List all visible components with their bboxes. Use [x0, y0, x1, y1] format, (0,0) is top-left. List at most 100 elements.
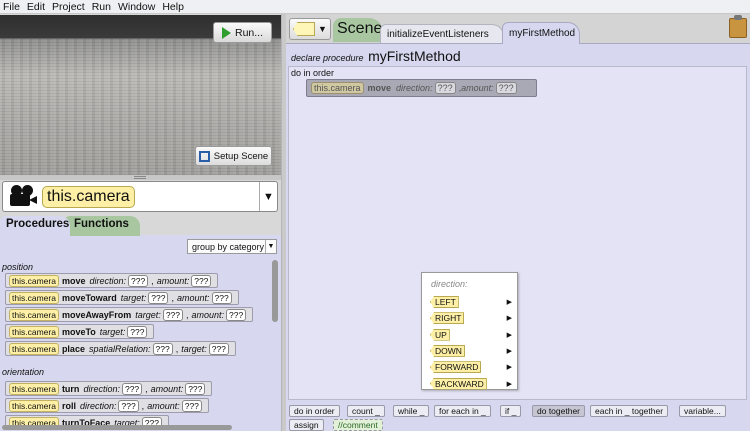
palette-horizontal-scrollbar[interactable] [2, 425, 232, 430]
param-label: target: [181, 343, 207, 354]
this-camera-chip: this.camera [9, 399, 59, 412]
direction-value[interactable]: ??? [434, 82, 456, 94]
procedure-block-place[interactable]: this.camera place spatialRelation:???, targ… [5, 341, 236, 356]
menu-window[interactable]: Window [118, 0, 155, 14]
this-camera-chip: this.camera [9, 342, 59, 355]
group-by-label: group by category [192, 241, 265, 252]
camera-icon [9, 184, 39, 209]
this-camera-chip: this.camera [311, 82, 364, 94]
tab-scene[interactable]: Scene [333, 18, 383, 42]
param-value: ??? [226, 308, 247, 321]
submenu-arrow-icon: ▶ [506, 347, 512, 355]
control-for-each[interactable]: for each in _ [434, 405, 491, 417]
run-label: Run... [234, 26, 263, 39]
tab-initialize-event-listeners[interactable]: initializeEventListeners [380, 24, 504, 43]
procedure-name[interactable]: myFirstMethod [368, 48, 461, 64]
menu-project[interactable]: Project [52, 0, 85, 14]
chevron-down-icon: ▼ [265, 240, 276, 253]
setup-scene-button[interactable]: Setup Scene [195, 146, 272, 166]
move-statement[interactable]: this.camera move direction: ??? , amount… [306, 79, 537, 97]
direction-popup-menu: direction: LEFT ▶ RIGHT ▶ UP ▶ DOWN ▶ FORWARD ▶ BA… [421, 272, 518, 390]
control-if[interactable]: if _ [500, 405, 522, 417]
procedure-block-movetoward[interactable]: this.camera moveToward target:???, amount:?… [5, 290, 239, 305]
control-each-in-together[interactable]: each in _ together [590, 405, 669, 417]
this-camera-chip: this.camera [9, 291, 59, 304]
param-value: ??? [121, 382, 143, 395]
procedure-declaration: declare procedure myFirstMethod [291, 48, 461, 64]
splitter-grip-icon [134, 176, 146, 179]
direction-option-down[interactable]: DOWN ▶ [430, 344, 516, 358]
direction-chip: DOWN [430, 344, 465, 357]
method-name: move [367, 83, 392, 93]
instance-selector[interactable]: this.camera ▼ [2, 181, 278, 212]
direction-option-up[interactable]: UP ▶ [430, 328, 516, 342]
control-assign[interactable]: assign [289, 419, 324, 431]
method-name: moveToward [61, 292, 117, 303]
param-label: amount: [177, 292, 210, 303]
tab-procedures[interactable]: Procedures [0, 216, 70, 236]
run-button[interactable]: Run... [213, 22, 272, 43]
chevron-down-icon[interactable]: ▼ [259, 182, 277, 211]
direction-option-forward[interactable]: FORWARD ▶ [430, 360, 516, 374]
method-name: turn [61, 383, 80, 394]
menu-edit[interactable]: Edit [27, 0, 45, 14]
category-position: position [2, 262, 34, 272]
chevron-down-icon: ▼ [318, 24, 327, 34]
param-label: direction: [79, 400, 117, 411]
this-camera-chip: this.camera [9, 274, 59, 287]
direction-chip: FORWARD [430, 361, 482, 374]
tab-functions[interactable]: Functions [64, 216, 140, 236]
direction-chip: BACKWARD [430, 377, 487, 390]
submenu-arrow-icon: ▶ [506, 299, 512, 306]
param-label: amount: [156, 275, 190, 286]
procedure-block-roll[interactable]: this.camera roll direction:???, amount:??? [5, 398, 209, 413]
method-name: roll [61, 400, 76, 411]
instance-label: this.camera [42, 185, 135, 208]
procedure-block-moveawayfrom[interactable]: this.camera moveAwayFrom target:???, amount… [5, 307, 254, 322]
submenu-arrow-icon: ▶ [506, 380, 512, 388]
horizontal-splitter[interactable] [0, 175, 281, 180]
control-do-together[interactable]: do together [532, 405, 586, 417]
param-direction: direction: [396, 83, 433, 93]
type-shape-icon [293, 22, 315, 36]
control-count[interactable]: count _ [347, 405, 385, 417]
type-selector[interactable]: ▼ [289, 18, 331, 40]
direction-chip: UP [430, 328, 450, 341]
control-while[interactable]: while _ [393, 405, 430, 417]
procedure-block-move[interactable]: this.camera move direction:???, amount:??? [5, 273, 219, 288]
palette-scrollbar[interactable] [272, 260, 278, 322]
direction-option-right[interactable]: RIGHT ▶ [430, 311, 516, 325]
param-value: ??? [152, 342, 173, 355]
procedure-block-turn[interactable]: this.camera turn direction:???, amount:??? [5, 381, 213, 396]
submenu-arrow-icon: ▶ [506, 331, 512, 339]
param-label: amount: [191, 309, 225, 320]
param-value: ??? [208, 342, 229, 355]
submenu-arrow-icon: ▶ [506, 364, 512, 372]
param-label: direction: [83, 383, 120, 394]
menu-file[interactable]: File [3, 0, 20, 14]
group-by-select[interactable]: group by category ▼ [187, 239, 277, 254]
tab-my-first-method[interactable]: myFirstMethod [502, 22, 580, 44]
this-camera-chip: this.camera [9, 382, 59, 395]
direction-option-left[interactable]: LEFT ▶ [430, 295, 516, 309]
param-label: amount: [150, 383, 184, 394]
amount-value[interactable]: ??? [495, 82, 517, 94]
procedures-palette: group by category ▼ position orientation… [0, 235, 281, 431]
menu-bar: File Edit Project Run Window Help [0, 0, 750, 14]
clipboard-icon[interactable] [727, 14, 749, 38]
param-value: ??? [127, 274, 149, 287]
menu-run[interactable]: Run [92, 0, 111, 14]
method-name: place [61, 343, 85, 354]
control-comment[interactable]: //comment [333, 419, 383, 431]
method-name: moveAwayFrom [61, 309, 132, 320]
control-variable[interactable]: variable... [679, 405, 726, 417]
param-value: ??? [181, 399, 202, 412]
param-label: amount: [147, 400, 180, 411]
param-label: target: [99, 326, 126, 337]
menu-help[interactable]: Help [162, 0, 184, 14]
this-camera-chip: this.camera [9, 308, 59, 321]
param-label: spatialRelation: [88, 343, 151, 354]
control-do-in-order[interactable]: do in order [289, 405, 340, 417]
direction-option-backward[interactable]: BACKWARD ▶ [430, 377, 516, 391]
procedure-block-moveto[interactable]: this.camera moveTo target:??? [5, 324, 155, 339]
